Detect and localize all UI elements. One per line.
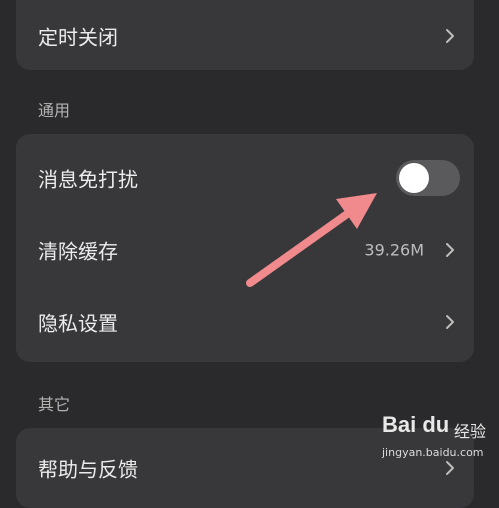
toggle-knob bbox=[399, 163, 429, 193]
row-label-clear-cache: 清除缓存 bbox=[38, 239, 118, 264]
row-privacy-settings[interactable]: 隐私设置 bbox=[16, 286, 474, 358]
row-label-scheduled-close: 定时关闭 bbox=[38, 25, 118, 50]
settings-card-other: 帮助与反馈 bbox=[16, 428, 474, 508]
row-clear-cache[interactable]: 清除缓存 39.26M bbox=[16, 214, 474, 286]
section-title-general: 通用 bbox=[38, 101, 71, 120]
row-label-privacy-settings: 隐私设置 bbox=[38, 311, 118, 336]
cache-size-value: 39.26M bbox=[364, 240, 424, 260]
section-title-other: 其它 bbox=[38, 395, 71, 414]
settings-card-general: 消息免打扰 清除缓存 39.26M 隐私设置 bbox=[16, 134, 474, 362]
settings-card-top: 定时关闭 bbox=[16, 0, 474, 70]
row-help-feedback[interactable]: 帮助与反馈 bbox=[16, 432, 474, 504]
chevron-right-icon bbox=[444, 242, 456, 258]
row-do-not-disturb[interactable]: 消息免打扰 bbox=[16, 142, 474, 214]
chevron-right-icon bbox=[444, 28, 456, 44]
do-not-disturb-toggle[interactable] bbox=[396, 160, 460, 196]
row-label-do-not-disturb: 消息免打扰 bbox=[38, 167, 138, 192]
row-label-help-feedback: 帮助与反馈 bbox=[38, 457, 138, 482]
row-scheduled-close[interactable]: 定时关闭 bbox=[16, 0, 474, 72]
chevron-right-icon bbox=[444, 314, 456, 330]
chevron-right-icon bbox=[444, 460, 456, 476]
